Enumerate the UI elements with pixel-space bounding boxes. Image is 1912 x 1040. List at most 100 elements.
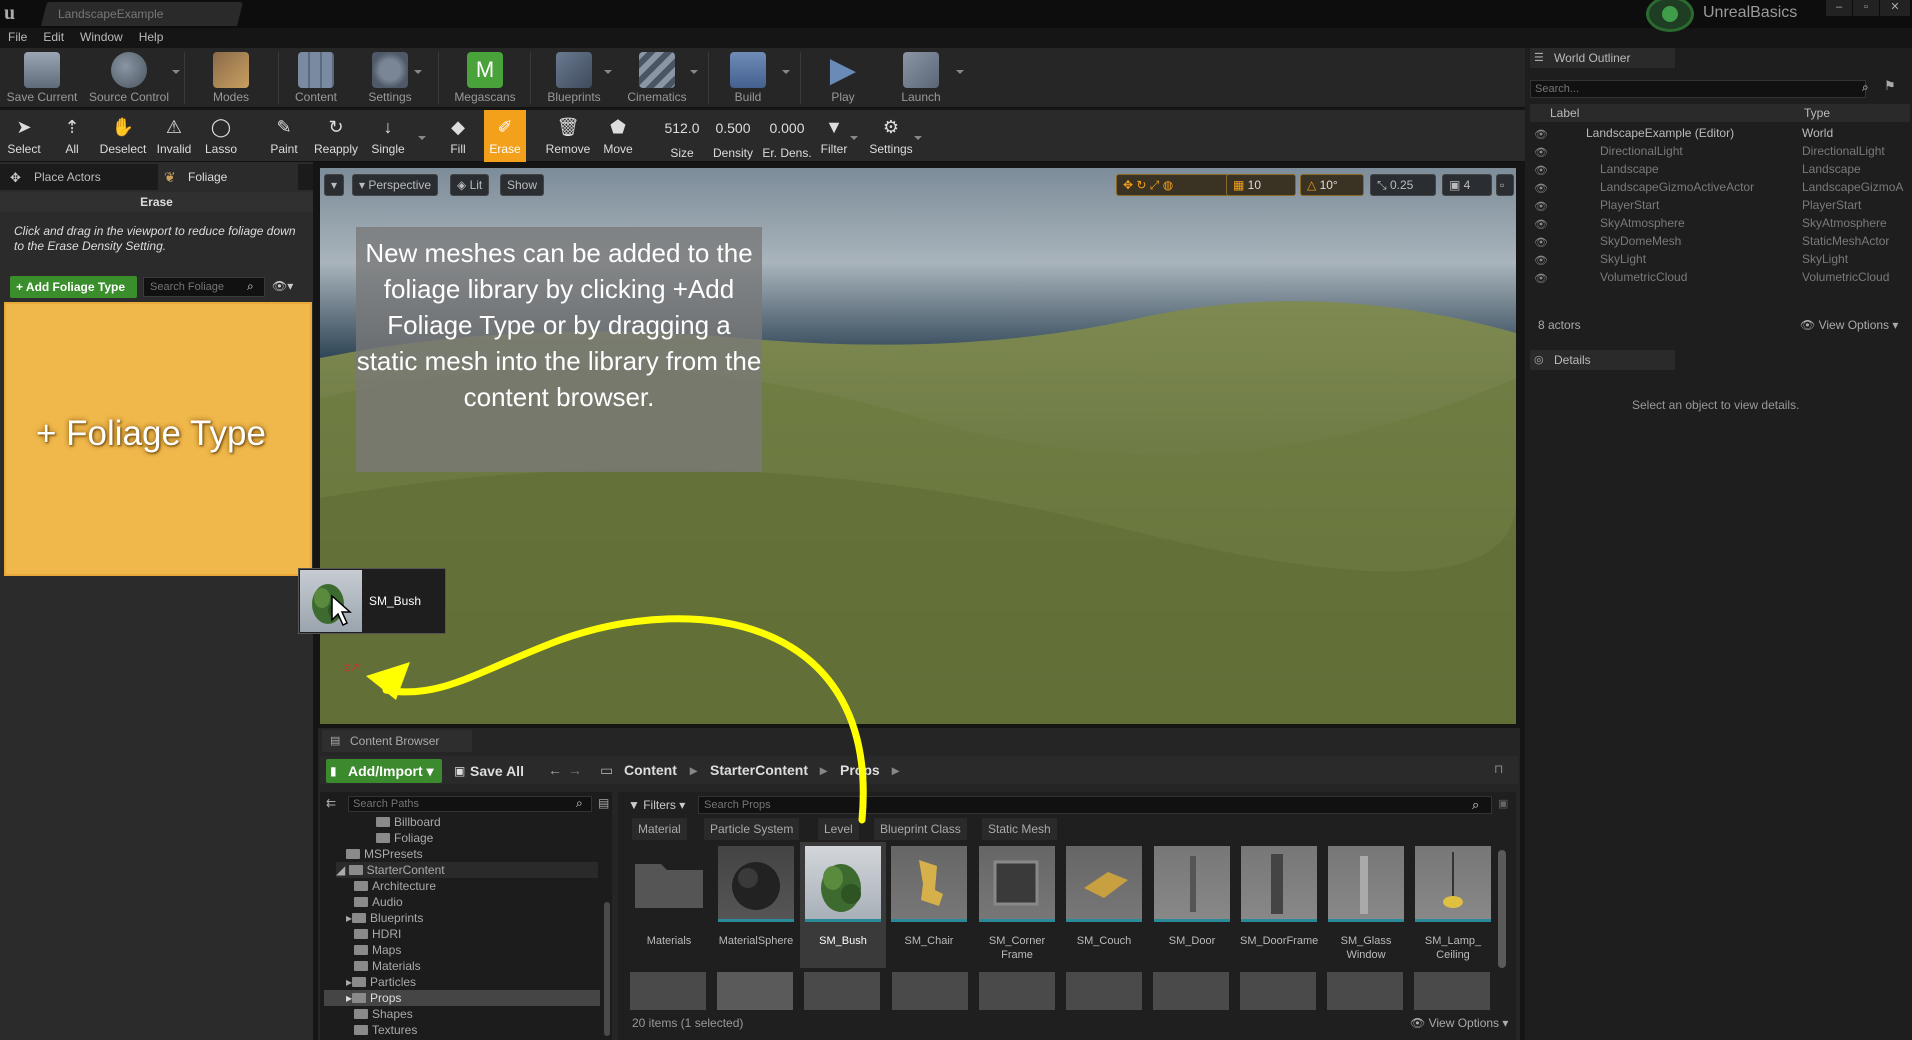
menu-edit[interactable]: Edit bbox=[35, 28, 72, 46]
menu-help[interactable]: Help bbox=[131, 28, 172, 46]
settings-button[interactable]: Settings bbox=[360, 48, 420, 108]
eye-icon[interactable]: 👁 bbox=[1534, 234, 1548, 249]
tab-place-actors[interactable]: Place Actors bbox=[4, 164, 154, 190]
filter-chip-blueprint-class[interactable]: Blueprint Class bbox=[874, 818, 967, 840]
save-search-icon[interactable]: ▣ bbox=[1498, 797, 1508, 810]
search-paths-input[interactable] bbox=[348, 796, 592, 812]
filter-chip-particle-system[interactable]: Particle System bbox=[704, 818, 800, 840]
tree-item[interactable]: Audio bbox=[354, 894, 403, 910]
outliner-col-type[interactable]: Type bbox=[1804, 104, 1830, 122]
source-control-button[interactable]: Source Control bbox=[86, 48, 172, 108]
tool-lasso[interactable]: ◯ Lasso bbox=[200, 110, 242, 162]
eye-icon[interactable]: 👁 bbox=[1534, 198, 1548, 213]
tree-options-icon[interactable]: ▤ bbox=[598, 796, 609, 810]
outliner-col-label[interactable]: Label bbox=[1550, 104, 1579, 122]
tool-single[interactable]: ↓ Single bbox=[366, 110, 410, 162]
filters-button[interactable]: ▼ Filters ▾ bbox=[628, 796, 685, 814]
tree-item[interactable]: Maps bbox=[354, 942, 401, 958]
outliner-row[interactable]: 👁 DirectionalLight DirectionalLight bbox=[1530, 142, 1910, 160]
sources-toggle-icon[interactable]: ⇇ bbox=[326, 796, 336, 810]
tool-invalid[interactable]: ⚠ Invalid bbox=[152, 110, 196, 162]
tree-item[interactable]: ◢ StarterContent bbox=[336, 862, 598, 878]
tab-foliage[interactable]: Foliage bbox=[158, 164, 298, 190]
tab-content-browser[interactable]: Content Browser bbox=[322, 730, 472, 752]
tab-world-outliner[interactable]: World Outliner bbox=[1530, 48, 1675, 68]
tree-item[interactable]: ▸ Particles bbox=[346, 974, 416, 990]
eye-icon[interactable]: 👁 bbox=[1534, 144, 1548, 159]
erase-density-field[interactable]: 0.000 Er. Dens. bbox=[762, 110, 812, 162]
asset-tile-partial[interactable] bbox=[630, 972, 706, 1012]
tool-fill[interactable]: ◆ Fill bbox=[440, 110, 476, 162]
assets-scrollbar[interactable] bbox=[1498, 850, 1506, 968]
tree-item[interactable]: Materials bbox=[354, 958, 421, 974]
maximize-button[interactable]: ▫ bbox=[1853, 0, 1879, 16]
tool-deselect[interactable]: ✋ Deselect bbox=[98, 110, 148, 162]
blueprints-button[interactable]: Blueprints bbox=[544, 48, 604, 108]
save-current-button[interactable]: Save Current bbox=[4, 48, 80, 108]
build-button[interactable]: Build bbox=[726, 48, 770, 108]
tree-item[interactable]: Shapes bbox=[354, 1006, 413, 1022]
content-button[interactable]: Content bbox=[288, 48, 344, 108]
close-button[interactable]: ✕ bbox=[1880, 0, 1910, 16]
asset-tile-partial[interactable] bbox=[1066, 972, 1142, 1012]
foliage-settings-button[interactable]: ⚙ Settings bbox=[866, 110, 916, 162]
asset-tile[interactable]: SM_Chair bbox=[890, 846, 968, 966]
outliner-row[interactable]: 👁 SkyDomeMesh StaticMeshActor bbox=[1530, 232, 1910, 250]
tree-item-selected[interactable]: ▸ Props bbox=[324, 990, 600, 1006]
eye-icon[interactable]: 👁 bbox=[1534, 252, 1548, 267]
asset-tile[interactable]: SM_Door bbox=[1153, 846, 1231, 966]
eye-icon[interactable]: 👁 bbox=[1534, 216, 1548, 231]
asset-tile-partial[interactable] bbox=[892, 972, 968, 1012]
megascans-button[interactable]: M Megascans bbox=[450, 48, 520, 108]
tool-select[interactable]: ➤ Select bbox=[4, 110, 44, 162]
visibility-options-icon[interactable]: 👁▾ bbox=[272, 279, 304, 295]
play-button[interactable]: ▶ Play bbox=[818, 48, 868, 108]
maximize-viewport-button[interactable]: ▫ bbox=[1496, 174, 1514, 196]
lock-icon[interactable]: ⊓ bbox=[1494, 762, 1503, 776]
back-arrow-icon[interactable]: ← bbox=[548, 762, 562, 778]
tool-reapply[interactable]: ↻ Reapply bbox=[308, 110, 364, 162]
tree-scrollbar[interactable] bbox=[604, 902, 610, 1036]
minimize-button[interactable]: – bbox=[1826, 0, 1852, 16]
tool-select-all[interactable]: ⇡ All bbox=[54, 110, 90, 162]
tree-item[interactable]: ▸ Blueprints bbox=[346, 910, 423, 926]
outliner-row[interactable]: 👁 LandscapeGizmoActiveActor LandscapeGizmo… bbox=[1530, 178, 1910, 196]
asset-tile[interactable]: SM_DoorFrame bbox=[1240, 846, 1318, 966]
perspective-button[interactable]: ▾ Perspective bbox=[352, 174, 439, 196]
camera-speed-button[interactable]: ▣ 4 bbox=[1442, 174, 1492, 196]
show-button[interactable]: Show bbox=[500, 174, 545, 196]
asset-tile-partial[interactable] bbox=[1240, 972, 1316, 1012]
tree-item[interactable]: Textures bbox=[354, 1022, 417, 1038]
tool-move[interactable]: ⬟ Move bbox=[600, 110, 636, 162]
outliner-add-icon[interactable]: ⚑ bbox=[1884, 78, 1896, 94]
asset-tile[interactable]: SM_Couch bbox=[1065, 846, 1143, 966]
tool-erase[interactable]: ✐ Erase bbox=[484, 110, 526, 162]
menu-window[interactable]: Window bbox=[72, 28, 131, 46]
outliner-view-options[interactable]: 👁 View Options ▾ bbox=[1800, 318, 1898, 332]
asset-view-options[interactable]: 👁 View Options ▾ bbox=[1410, 1016, 1508, 1030]
filter-chip-static-mesh[interactable]: Static Mesh bbox=[982, 818, 1057, 840]
asset-tile-partial[interactable] bbox=[1327, 972, 1403, 1012]
rotation-snap-toggle[interactable]: △ 10° bbox=[1300, 174, 1364, 196]
asset-tile-partial[interactable] bbox=[1153, 972, 1229, 1012]
outliner-row[interactable]: 👁 PlayerStart PlayerStart bbox=[1530, 196, 1910, 214]
lit-button[interactable]: ◈ Lit bbox=[450, 174, 490, 196]
asset-tile[interactable]: SM_Glass Window bbox=[1327, 846, 1405, 966]
tab-details[interactable]: Details bbox=[1530, 350, 1675, 370]
asset-tile-selected[interactable]: SM_Bush bbox=[800, 842, 886, 968]
tool-paint[interactable]: ✎ Paint bbox=[264, 110, 304, 162]
search-props-input[interactable] bbox=[698, 796, 1492, 814]
filter-button[interactable]: ▼ Filter bbox=[818, 110, 850, 162]
asset-tile[interactable]: Materials bbox=[630, 846, 708, 966]
eye-icon[interactable]: 👁 bbox=[1534, 162, 1548, 177]
tree-item[interactable]: Foliage bbox=[376, 830, 433, 846]
menu-file[interactable]: File bbox=[0, 28, 35, 46]
tool-remove[interactable]: 🗑 Remove bbox=[544, 110, 592, 162]
scale-snap-toggle[interactable]: ⤡ 0.25 bbox=[1370, 174, 1436, 196]
outliner-search-input[interactable] bbox=[1530, 80, 1866, 98]
outliner-row[interactable]: 👁 SkyLight SkyLight bbox=[1530, 250, 1910, 268]
asset-tile-partial[interactable] bbox=[804, 972, 880, 1012]
asset-tile[interactable]: MaterialSphere bbox=[717, 846, 795, 966]
cinematics-button[interactable]: Cinematics bbox=[622, 48, 692, 108]
forward-arrow-icon[interactable]: → bbox=[568, 762, 582, 778]
